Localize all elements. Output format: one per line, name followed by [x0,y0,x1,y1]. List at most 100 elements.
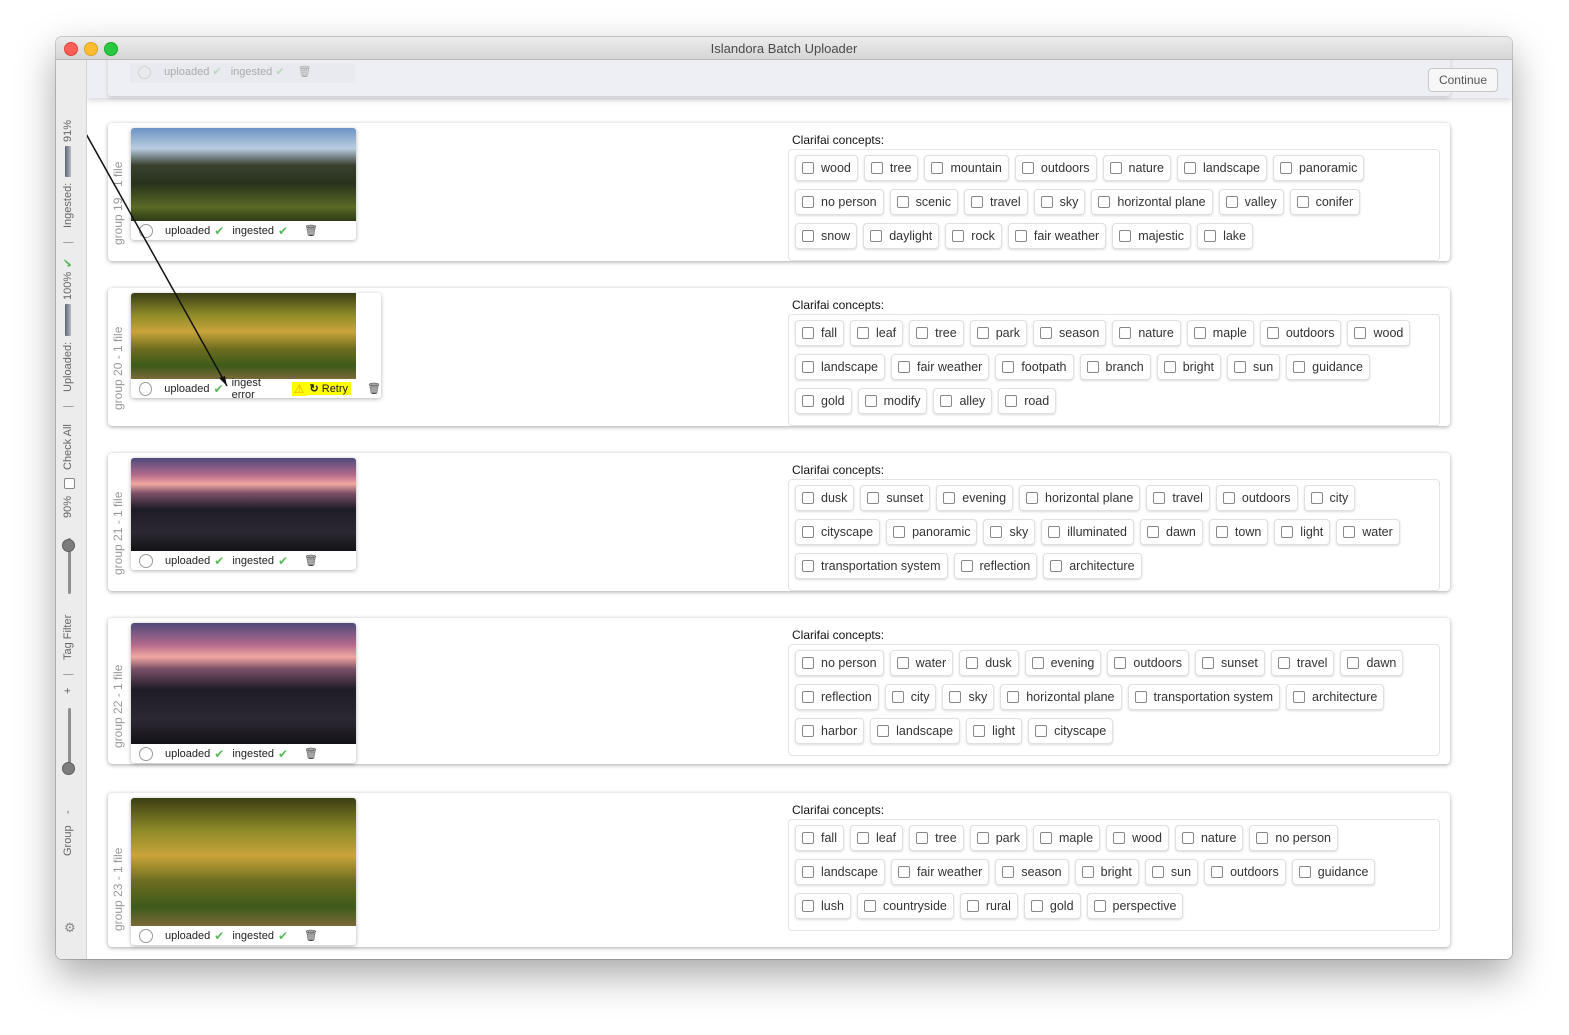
concept-chip[interactable]: tree [909,320,964,346]
concept-chip[interactable]: sun [1144,859,1199,885]
concept-checkbox[interactable] [943,492,956,504]
concept-checkbox[interactable] [1040,832,1053,844]
concept-chip[interactable]: modify [857,388,928,414]
concept-chip[interactable]: mountain [924,155,1009,181]
concept-chip[interactable]: landscape [870,718,961,744]
trash-icon[interactable]: 🗑 [304,224,318,237]
concept-chip[interactable]: scenic [889,189,959,215]
concept-checkbox[interactable] [1093,900,1106,912]
concept-checkbox[interactable] [1153,492,1166,504]
concept-checkbox[interactable] [1310,492,1323,504]
concept-chip[interactable]: outdoors [1259,320,1342,346]
concept-chip[interactable]: light [1274,519,1331,545]
concept-checkbox[interactable] [949,691,962,703]
concept-checkbox[interactable] [1183,162,1196,174]
concept-chip[interactable]: fair weather [891,859,990,885]
concept-checkbox[interactable] [802,230,814,242]
concept-checkbox[interactable] [1002,866,1015,878]
concept-chip[interactable]: park [969,320,1028,346]
concept-chip[interactable]: harbor [795,718,865,744]
concept-chip[interactable]: sky [983,519,1036,545]
concept-checkbox[interactable] [867,492,880,504]
concept-checkbox[interactable] [898,361,910,373]
concept-chip[interactable]: tree [909,825,964,851]
concept-checkbox[interactable] [1147,526,1159,538]
concept-chip[interactable]: sky [1033,189,1086,215]
concept-chip[interactable]: daylight [863,223,940,249]
concept-chip[interactable]: fair weather [1007,223,1107,249]
concept-checkbox[interactable] [1354,327,1367,339]
concept-checkbox[interactable] [1343,526,1356,538]
concept-chip[interactable]: evening [936,485,1014,511]
concept-checkbox[interactable] [1215,526,1228,538]
concept-chip[interactable]: outdoors [1204,859,1286,885]
concept-chip[interactable]: water [1336,519,1400,545]
concept-chip[interactable]: branch [1079,354,1151,380]
concept-checkbox[interactable] [802,196,814,208]
concept-checkbox[interactable] [1007,691,1020,703]
concept-checkbox[interactable] [1293,361,1306,373]
concept-chip[interactable]: gold [1023,893,1081,919]
concept-checkbox[interactable] [960,560,973,572]
concept-chip[interactable]: travel [964,189,1028,215]
concept-chip[interactable]: sunset [860,485,931,511]
concept-chip[interactable]: fair weather [891,354,990,380]
concept-chip[interactable]: city [884,684,937,710]
thumbnail-image[interactable] [131,798,356,926]
group-slider-handle[interactable] [62,762,75,775]
concept-chip[interactable]: town [1208,519,1269,545]
concept-checkbox[interactable] [1040,327,1053,339]
concept-checkbox[interactable] [1026,492,1039,504]
concept-chip[interactable]: dawn [1340,650,1404,676]
concept-checkbox[interactable] [1098,196,1111,208]
concept-chip[interactable]: wood [795,155,858,181]
concept-chip[interactable]: park [969,825,1028,851]
trash-icon[interactable]: 🗑 [367,382,381,395]
trash-icon[interactable]: 🗑 [304,747,318,760]
concept-checkbox[interactable] [966,900,979,912]
concept-checkbox[interactable] [931,162,944,174]
concept-checkbox[interactable] [802,395,814,407]
concept-chip[interactable]: reflection [953,553,1038,579]
concept-chip[interactable]: road [998,388,1057,414]
concept-chip[interactable]: dawn [1140,519,1203,545]
concept-chip[interactable]: cityscape [1028,718,1114,744]
concept-checkbox[interactable] [916,832,929,844]
concept-checkbox[interactable] [802,492,814,504]
concept-chip[interactable]: fall [795,825,844,851]
concept-chip[interactable]: leaf [849,320,904,346]
concept-checkbox[interactable] [864,395,877,407]
concept-checkbox[interactable] [1086,361,1099,373]
concept-chip[interactable]: bright [1156,354,1222,380]
concept-chip[interactable]: gold [795,388,852,414]
concept-checkbox[interactable] [1119,230,1132,242]
concept-checkbox[interactable] [1109,162,1122,174]
concept-checkbox[interactable] [1163,361,1176,373]
concept-checkbox[interactable] [1279,162,1292,174]
concept-checkbox[interactable] [802,900,814,912]
concept-chip[interactable]: wood [1347,320,1411,346]
concept-chip[interactable]: architecture [1286,684,1385,710]
concept-chip[interactable]: wood [1106,825,1169,851]
concept-checkbox[interactable] [1293,691,1305,703]
concept-chip[interactable]: season [1033,320,1107,346]
concept-checkbox[interactable] [896,196,909,208]
concept-checkbox[interactable] [1151,866,1164,878]
concept-checkbox[interactable] [1005,395,1018,407]
select-file-radio[interactable] [139,928,153,943]
concept-chip[interactable]: panoramic [886,519,978,545]
concept-checkbox[interactable] [802,526,814,538]
concept-checkbox[interactable] [877,725,890,737]
concept-chip[interactable]: no person [795,650,884,676]
concept-checkbox[interactable] [893,526,906,538]
thumbnail-image[interactable] [131,458,356,551]
concept-chip[interactable]: valley [1218,189,1284,215]
concept-chip[interactable]: rock [945,223,1002,249]
tag-filter-slider-handle[interactable] [62,539,75,552]
concept-chip[interactable]: guidance [1291,859,1376,885]
concept-chip[interactable]: travel [1146,485,1210,511]
concept-chip[interactable]: sunset [1195,650,1265,676]
concept-chip[interactable]: maple [1186,320,1254,346]
concept-chip[interactable]: nature [1102,155,1171,181]
concept-checkbox[interactable] [966,657,979,669]
